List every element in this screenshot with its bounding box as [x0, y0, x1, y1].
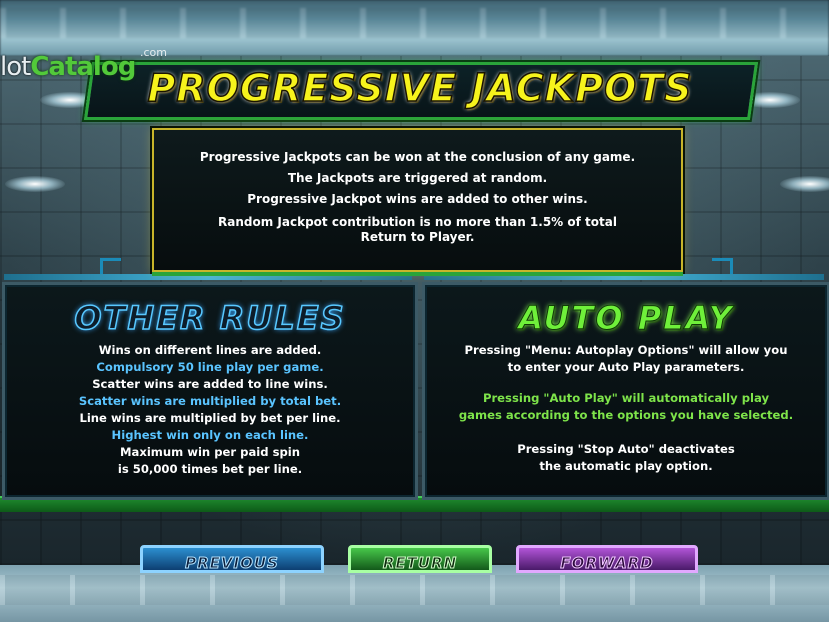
auto-play-line-highlight: games according to the options you have … [458, 408, 794, 422]
logo-text-com: .com [140, 46, 167, 59]
rule-line-highlight: Scatter wins are multiplied by total bet… [78, 394, 342, 408]
jackpot-info-line: Progressive Jackpots can be won at the c… [199, 150, 636, 164]
rule-line: Wins on different lines are added. [98, 343, 322, 357]
rule-line: Scatter wins are added to line wins. [92, 377, 328, 391]
other-rules-heading: OTHER RULES [74, 298, 346, 338]
rule-line: is 50,000 times bet per line. [117, 462, 303, 476]
stage-light [5, 176, 65, 192]
other-rules-panel: OTHER RULES Wins on different lines are … [2, 282, 418, 500]
rule-line: Line wins are multiplied by bet per line… [79, 411, 341, 425]
auto-play-heading: AUTO PLAY [518, 299, 734, 338]
auto-play-line: to enter your Auto Play parameters. [507, 360, 745, 374]
previous-button-label: PREVIOUS [185, 554, 279, 572]
return-button[interactable]: RETURN [348, 545, 492, 573]
previous-button[interactable]: PREVIOUS [140, 545, 324, 573]
return-button-label: RETURN [382, 554, 458, 572]
auto-play-line: the automatic play option. [539, 459, 713, 473]
rule-line-highlight: Highest win only on each line. [111, 428, 309, 442]
slotcatalog-logo: lotCatalog .com [0, 46, 167, 94]
page-title: PROGRESSIVE JACKPOTS [147, 65, 693, 111]
jackpot-info-line: Return to Player. [360, 230, 475, 244]
jackpot-info-box: Progressive Jackpots can be won at the c… [152, 128, 683, 276]
jackpot-info-line: Progressive Jackpot wins are added to ot… [247, 192, 588, 206]
auto-play-line: Pressing "Stop Auto" deactivates [517, 442, 735, 456]
forward-button[interactable]: FORWARD [516, 545, 698, 573]
auto-play-panel: AUTO PLAY Pressing "Menu: Autoplay Optio… [422, 282, 829, 500]
blurred-bottom-strip [0, 565, 829, 622]
jackpot-info-line: Random Jackpot contribution is no more t… [218, 215, 617, 229]
logo-text-lot: lot [0, 52, 31, 82]
auto-play-line: Pressing "Menu: Autoplay Options" will a… [464, 343, 788, 357]
auto-play-line-highlight: Pressing "Auto Play" will automatically … [482, 391, 770, 405]
blurred-top-strip [0, 0, 829, 56]
forward-button-label: FORWARD [560, 554, 654, 572]
jackpot-info-line: The Jackpots are triggered at random. [287, 171, 548, 185]
rule-line: Maximum win per paid spin [119, 445, 300, 459]
rule-line-highlight: Compulsory 50 line play per game. [96, 360, 324, 374]
logo-text-catalog: Catalog [30, 52, 136, 82]
